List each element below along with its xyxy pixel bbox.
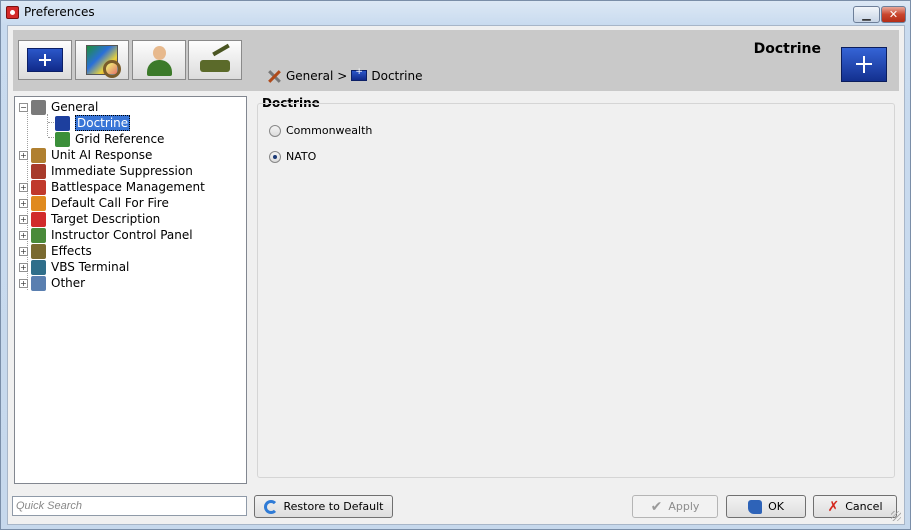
expand-icon[interactable]: + [19, 182, 28, 192]
tools-icon [266, 68, 282, 83]
fire-icon [31, 195, 46, 211]
preferences-tree[interactable]: − General Doctrine Grid Reference + Unit AI R… [14, 96, 247, 484]
tree-item[interactable]: + Unit AI Response [19, 147, 152, 163]
target-icon [31, 211, 46, 227]
preferences-window: Preferences ▁ ✕ Doctrine General > + Doc… [0, 0, 911, 530]
header-flag-icon [841, 47, 887, 82]
tree-item[interactable]: + Effects [19, 243, 92, 259]
ok-button[interactable]: OK [726, 495, 806, 518]
close-button[interactable]: ✕ [881, 6, 906, 23]
tree-item-label: Doctrine [75, 115, 131, 131]
tree-item[interactable]: + Other [19, 275, 85, 291]
tree-item-label: Default Call For Fire [51, 196, 169, 210]
quick-search-input[interactable] [12, 496, 247, 516]
tree-item-label: Other [51, 276, 86, 290]
flag-icon [351, 67, 368, 81]
toolbar-button-grid-reference[interactable] [75, 40, 129, 80]
tree-item[interactable]: + Default Call For Fire [19, 195, 169, 211]
checkmark-icon: ✔ [650, 498, 663, 515]
tree-item-label: Grid Reference [75, 132, 165, 146]
map-magnifier-icon [86, 45, 121, 78]
option-nato[interactable]: NATO [269, 150, 316, 163]
ai-icon [31, 147, 46, 163]
tree-item[interactable]: + VBS Terminal [19, 259, 129, 275]
effects-icon [31, 243, 46, 259]
flag-icon [55, 115, 70, 131]
title-bar[interactable]: Preferences ▁ ✕ [1, 1, 910, 25]
tree-item-label: Immediate Suppression [51, 164, 193, 178]
apply-button[interactable]: ✔ Apply [632, 495, 718, 518]
radio-nato[interactable] [269, 150, 281, 163]
minimize-button[interactable]: ▁ [853, 6, 880, 23]
cancel-label: Cancel [845, 500, 883, 513]
doctrine-panel [257, 103, 895, 478]
battlespace-icon [31, 179, 46, 195]
terminal-icon [31, 259, 46, 275]
tank-icon [198, 46, 232, 74]
toolbar-button-profile[interactable] [132, 40, 186, 80]
option-nato-label: NATO [286, 150, 317, 163]
radio-commonwealth[interactable] [269, 124, 281, 137]
expand-icon[interactable]: + [19, 230, 28, 240]
tools-icon [31, 99, 46, 115]
suppression-icon [31, 163, 46, 179]
header-band: Doctrine [13, 30, 899, 91]
person-icon [144, 44, 174, 76]
collapse-icon[interactable]: − [19, 102, 28, 112]
resize-grip[interactable] [891, 511, 901, 521]
tree-item-label: Instructor Control Panel [51, 228, 193, 242]
expand-icon[interactable]: + [19, 214, 28, 224]
page-title: Doctrine [753, 41, 821, 57]
expand-icon[interactable]: + [19, 150, 28, 160]
expand-icon[interactable]: + [19, 246, 28, 256]
window-title: Preferences [24, 5, 95, 19]
instructor-icon [31, 227, 46, 243]
toolbar-button-doctrine[interactable] [18, 40, 72, 80]
flag-icon [27, 48, 63, 72]
option-commonwealth-label: Commonwealth [286, 124, 373, 137]
app-icon [6, 6, 19, 19]
expand-icon[interactable]: + [19, 262, 28, 272]
restore-label: Restore to Default [283, 500, 384, 513]
breadcrumb-separator: > [337, 68, 348, 83]
tree-item-label: Unit AI Response [51, 148, 153, 162]
breadcrumb: General > Doctrine [266, 67, 423, 83]
tree-item[interactable]: − General [19, 99, 98, 115]
tree-item-label: VBS Terminal [51, 260, 130, 274]
tree-item-label: Effects [51, 244, 92, 258]
breadcrumb-current: Doctrine [371, 68, 423, 83]
thumbs-up-icon [748, 499, 763, 514]
preferences-client-area: Doctrine General > Doctrine −GeneralDoct… [7, 25, 905, 525]
option-commonwealth[interactable]: Commonwealth [269, 124, 372, 137]
restore-to-default-button[interactable]: Restore to Default [254, 495, 393, 518]
cancel-button[interactable]: ✗ Cancel [813, 495, 897, 518]
other-icon [31, 275, 46, 291]
apply-label: Apply [668, 500, 700, 513]
refresh-icon [263, 499, 278, 514]
close-icon: ✕ [888, 8, 899, 21]
tree-item[interactable]: + Target Description [19, 211, 160, 227]
tree-item-label: Target Description [51, 212, 161, 226]
minimize-icon: ▁ [862, 8, 871, 21]
tree-item[interactable]: Doctrine [55, 115, 131, 131]
tree-item[interactable]: + Instructor Control Panel [19, 227, 193, 243]
toolbar-button-vehicle[interactable] [188, 40, 242, 80]
tree-item[interactable]: + Battlespace Management [19, 179, 205, 195]
expand-icon[interactable]: + [19, 278, 28, 288]
ok-label: OK [768, 500, 784, 513]
tree-item[interactable]: Grid Reference [55, 131, 164, 147]
tree-item-label: General [51, 100, 99, 114]
tree-guide-line [47, 114, 48, 136]
breadcrumb-root[interactable]: General [286, 69, 333, 83]
tree-item[interactable]: Immediate Suppression [19, 163, 193, 179]
map-icon [55, 131, 70, 147]
expand-icon[interactable]: + [19, 198, 28, 208]
tree-item-label: Battlespace Management [51, 180, 205, 194]
cancel-x-icon: ✗ [827, 498, 840, 515]
